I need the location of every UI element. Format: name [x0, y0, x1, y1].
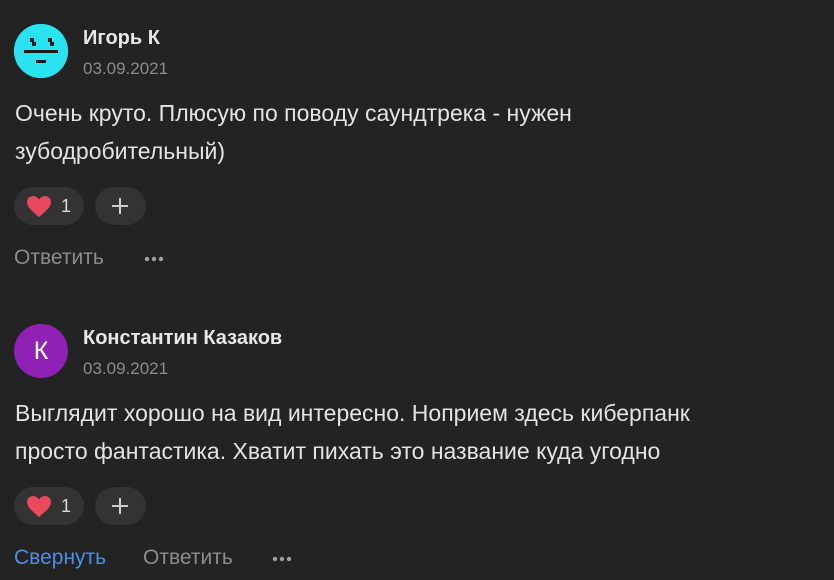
comment-text-line: Очень круто. Плюсую по поводу саундтрека… [15, 100, 572, 126]
reply-button[interactable]: Ответить [143, 546, 233, 570]
comment-text-line: Выглядит хорошо на вид интересно. Ноприе… [15, 400, 690, 426]
reply-button[interactable]: Ответить [14, 246, 104, 270]
more-dots-icon[interactable] [144, 256, 164, 262]
heart-icon [27, 496, 51, 517]
comment-author[interactable]: Константин Казаков [83, 327, 282, 350]
collapse-button[interactable]: Свернуть [14, 546, 106, 570]
comment-date[interactable]: 03.09.2021 [83, 59, 168, 79]
comment-text: Очень круто. Плюсую по поводу саундтрека… [15, 94, 815, 170]
comment-text-line: просто фантастика. Хватит пихать это наз… [15, 438, 661, 464]
more-dots-icon[interactable] [272, 556, 292, 562]
comment-text-line: зубодробительный) [15, 138, 225, 164]
avatar[interactable] [14, 24, 68, 78]
comment-date[interactable]: 03.09.2021 [83, 359, 168, 379]
plus-icon [112, 498, 128, 514]
heart-icon [27, 196, 51, 217]
like-button[interactable]: 1 [14, 187, 84, 225]
like-count: 1 [61, 496, 72, 516]
comment-text: Выглядит хорошо на вид интересно. Ноприе… [15, 394, 815, 470]
add-reaction-button[interactable] [95, 187, 146, 225]
like-button[interactable]: 1 [14, 487, 84, 525]
robot-face-avatar-icon [14, 24, 68, 78]
comment-author[interactable]: Игорь К [83, 27, 160, 50]
add-reaction-button[interactable] [95, 487, 146, 525]
like-count: 1 [61, 196, 72, 216]
plus-icon [112, 198, 128, 214]
avatar[interactable]: К [14, 324, 68, 378]
